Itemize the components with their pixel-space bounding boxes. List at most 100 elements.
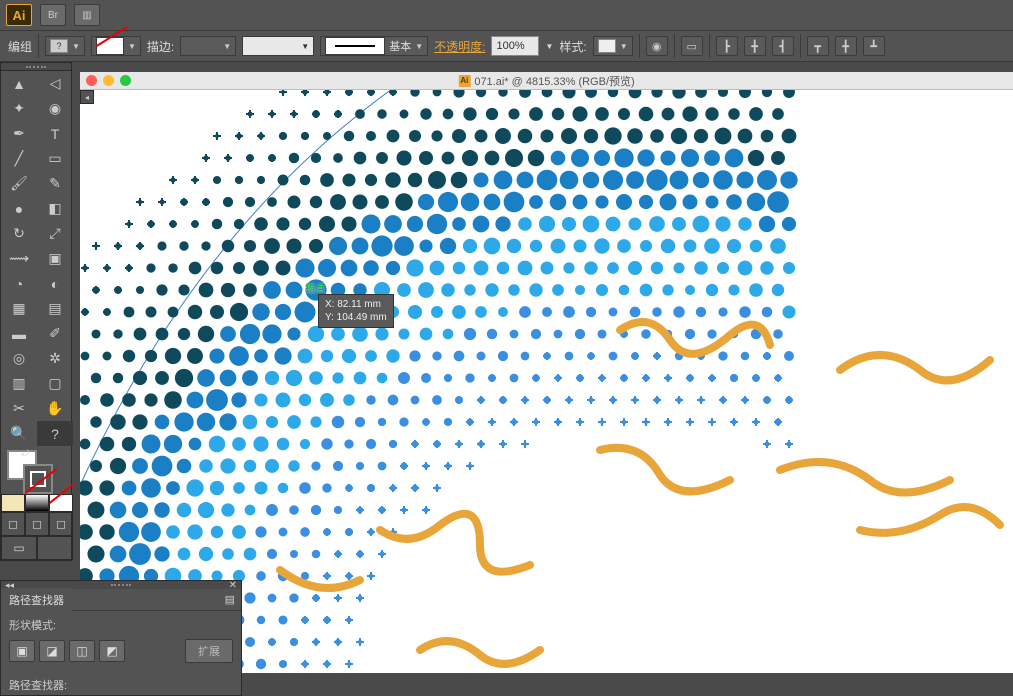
color-mode-button[interactable]	[1, 494, 25, 512]
bridge-button[interactable]: Br	[40, 4, 66, 26]
screen-mode-button-2[interactable]	[37, 536, 73, 560]
free-transform-tool[interactable]: ▣	[37, 246, 73, 271]
zoom-window-button[interactable]	[120, 75, 131, 86]
pathfinder-tab[interactable]: 路径查找器	[1, 588, 72, 612]
draw-normal-button[interactable]: ◻	[1, 512, 25, 536]
align-center-v-button[interactable]: ╋	[835, 36, 857, 56]
align-top-button[interactable]: ┳	[807, 36, 829, 56]
align-left-button[interactable]: ┣	[716, 36, 738, 56]
gradient-tool[interactable]: ▬	[1, 321, 37, 346]
smart-guide-hint: 锚点	[305, 280, 325, 295]
pen-tool[interactable]: ✒	[1, 121, 37, 146]
scale-tool[interactable]: ⤢	[37, 221, 73, 246]
selection-type-label: 编组	[8, 38, 32, 55]
document-title: Ai 071.ai* @ 4815.33% (RGB/预览)	[458, 73, 634, 89]
brush-preview	[325, 37, 385, 55]
width-tool[interactable]: ⟿	[1, 246, 37, 271]
mesh-tool[interactable]: ▤	[37, 296, 73, 321]
swap-fill-stroke-icon[interactable]: ⤾	[22, 448, 30, 459]
rectangle-tool[interactable]: ▭	[37, 146, 73, 171]
color-mode-row	[1, 494, 73, 512]
fill-dropdown[interactable]: ? ▼	[45, 36, 85, 56]
stroke-label: 描边:	[147, 38, 174, 55]
blob-brush-tool[interactable]: ●	[1, 196, 37, 221]
chevron-down-icon: ▼	[72, 42, 80, 51]
none-swatch-icon	[96, 37, 124, 55]
draw-behind-button[interactable]: ◻	[25, 512, 49, 536]
pencil-tool[interactable]: ✎	[37, 171, 73, 196]
symbol-sprayer-tool[interactable]: ✲	[37, 346, 73, 371]
recolor-artwork-button[interactable]: ◉	[646, 36, 668, 56]
magic-wand-tool[interactable]: ✦	[1, 96, 37, 121]
graphic-style-dropdown[interactable]: ▼	[593, 36, 633, 56]
align-right-button[interactable]: ┫	[772, 36, 794, 56]
pathfinders-label: 路径查找器:	[1, 671, 241, 695]
chevron-down-icon: ▼	[128, 42, 136, 51]
eyedropper-tool[interactable]: ✐	[37, 321, 73, 346]
perspective-grid-tool[interactable]: ▦	[1, 296, 37, 321]
close-window-button[interactable]	[86, 75, 97, 86]
lasso-tool[interactable]: ◉	[37, 96, 73, 121]
shape-modes-label: 形状模式:	[1, 611, 241, 635]
control-bar: 编组 ? ▼ ▼ 描边: ▼ ▼ 基本 ▼ 不透明度: 100% ▼ 样式: ▼…	[0, 30, 1013, 62]
ai-document-icon: Ai	[458, 75, 470, 87]
style-label: 样式:	[559, 38, 586, 55]
draw-mode-row: ◻ ◻ ◻	[1, 512, 73, 536]
none-mode-button[interactable]	[49, 494, 73, 512]
tools-panel: ▲ ◁ ✦ ◉ ✒ T ╱ ▭ 🖌 ✎ ● ◧ ↻ ⤢ ⟿ ▣ ◔ ◐ ▦ ▤ …	[0, 62, 72, 561]
screen-mode-button[interactable]: ▭	[1, 536, 37, 560]
unite-button[interactable]: ▣	[9, 640, 35, 662]
separator	[674, 34, 675, 58]
opacity-input[interactable]: 100%	[491, 36, 539, 56]
exclude-button[interactable]: ◩	[99, 640, 125, 662]
blend-tool[interactable]: ◎	[1, 346, 37, 371]
stroke-swatch[interactable]	[23, 464, 53, 494]
selection-tool[interactable]: ▲	[1, 71, 37, 96]
live-paint-bucket-tool[interactable]: ◐	[37, 271, 73, 296]
align-button-1[interactable]: ▭	[681, 36, 703, 56]
expand-button[interactable]: 扩展	[185, 639, 233, 663]
shape-builder-tool[interactable]: ◔	[1, 271, 37, 296]
brush-name: 基本	[389, 38, 411, 54]
stroke-color-dropdown[interactable]: ▼	[91, 36, 141, 56]
align-center-h-button[interactable]: ╋	[744, 36, 766, 56]
type-tool[interactable]: T	[37, 121, 73, 146]
align-bottom-button[interactable]: ┻	[863, 36, 885, 56]
chevron-down-icon[interactable]: ▼	[545, 42, 553, 51]
brush-definition-dropdown[interactable]: 基本 ▼	[320, 36, 428, 56]
column-graph-tool[interactable]: ▥	[1, 371, 37, 396]
paintbrush-tool[interactable]: 🖌	[1, 171, 37, 196]
unknown-tool[interactable]: ?	[37, 421, 73, 446]
stroke-weight-dropdown[interactable]: ▼	[180, 36, 236, 56]
zoom-tool[interactable]: 🔍	[1, 421, 37, 446]
pathfinder-panel: ◂◂ ✕ 路径查找器 ▤ 形状模式: ▣ ◪ ◫ ◩ 扩展 路径查找器:	[0, 580, 242, 696]
variable-width-profile-dropdown[interactable]: ▼	[242, 36, 314, 56]
slice-tool[interactable]: ✂	[1, 396, 37, 421]
opacity-label[interactable]: 不透明度:	[434, 38, 485, 55]
direct-selection-tool[interactable]: ◁	[37, 71, 73, 96]
line-segment-tool[interactable]: ╱	[1, 146, 37, 171]
cursor-coordinates-tooltip: X: 82.11 mm Y: 104.49 mm	[318, 294, 394, 328]
separator	[709, 34, 710, 58]
separator	[800, 34, 801, 58]
separator	[38, 34, 39, 58]
artboard-tool[interactable]: ▢	[37, 371, 73, 396]
panel-menu-icon[interactable]: ▤	[219, 593, 241, 606]
gradient-mode-button[interactable]	[25, 494, 49, 512]
screen-mode-row: ▭	[1, 536, 73, 560]
hand-tool[interactable]: ✋	[37, 396, 73, 421]
intersect-button[interactable]: ◫	[69, 640, 95, 662]
close-icon[interactable]: ✕	[229, 580, 237, 591]
rotate-tool[interactable]: ↻	[1, 221, 37, 246]
app-menu-bar: Ai Br ▥	[0, 0, 1013, 30]
draw-inside-button[interactable]: ◻	[49, 512, 73, 536]
minus-front-button[interactable]: ◪	[39, 640, 65, 662]
eraser-tool[interactable]: ◧	[37, 196, 73, 221]
panel-grip[interactable]	[1, 63, 71, 71]
minimize-window-button[interactable]	[103, 75, 114, 86]
fill-stroke-control[interactable]: ⤾	[1, 446, 37, 494]
window-title-bar[interactable]: Ai 071.ai* @ 4815.33% (RGB/预览)	[80, 72, 1013, 90]
arrange-documents-button[interactable]: ▥	[74, 4, 100, 26]
app-logo-icon: Ai	[6, 4, 32, 26]
separator	[639, 34, 640, 58]
